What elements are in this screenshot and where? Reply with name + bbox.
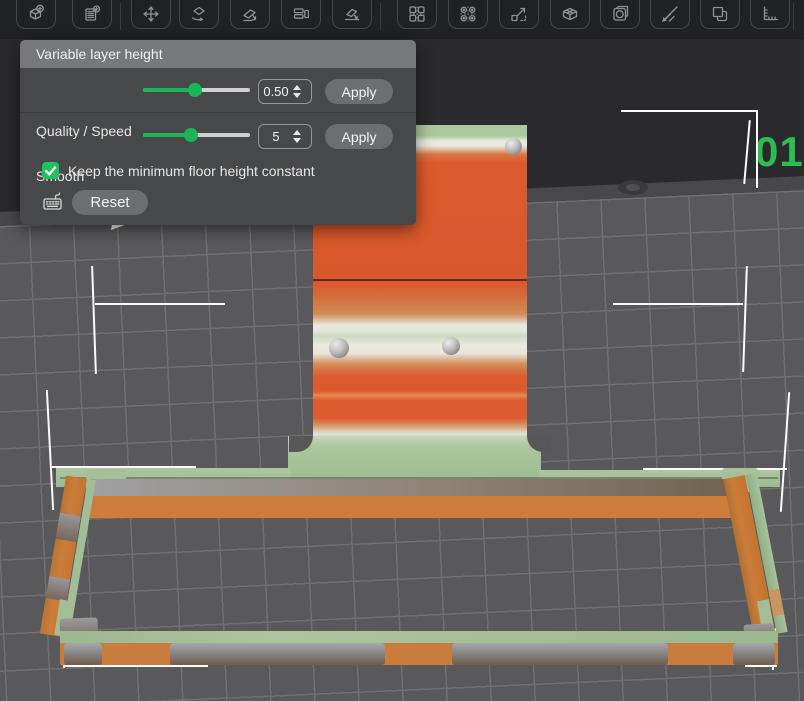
auto-arrange-button[interactable] — [448, 0, 488, 29]
keep-floor-height-label: Keep the minimum floor height constant — [68, 163, 315, 179]
lay-on-face-button[interactable] — [332, 0, 372, 29]
boundary-mark — [745, 665, 777, 667]
reset-button[interactable]: Reset — [72, 190, 148, 215]
handle-sphere[interactable] — [329, 338, 349, 358]
frame-left-rail-notch — [56, 513, 81, 542]
frame-bottom-rail-segment — [170, 643, 385, 665]
boundary-mark — [613, 303, 743, 305]
boundary-mark — [621, 110, 757, 112]
frame-bottom-rail-segment — [64, 643, 102, 665]
smooth-spinbox — [258, 124, 312, 149]
keyboard-shortcut-icon — [42, 190, 64, 215]
boundary-mark — [743, 120, 751, 184]
move-button[interactable] — [131, 0, 171, 29]
clone-button[interactable] — [700, 0, 740, 29]
smooth-input[interactable] — [259, 128, 293, 145]
split-to-parts-button[interactable] — [600, 0, 640, 29]
scale-button[interactable] — [230, 0, 270, 29]
boundary-mark — [95, 303, 225, 305]
boundary-mark — [63, 665, 208, 667]
frame-left-rail-notch — [46, 576, 70, 601]
frame-bottom-rail-segment — [452, 643, 668, 665]
scale-to-fit-button[interactable] — [499, 0, 539, 29]
application-window: 01 — [0, 0, 804, 701]
handle-sphere[interactable] — [505, 138, 522, 155]
rotate-button[interactable] — [179, 0, 219, 29]
handle-sphere[interactable] — [442, 337, 460, 355]
plate-handle-icon[interactable] — [618, 180, 648, 195]
spin-up-icon[interactable] — [293, 130, 301, 135]
smooth-slider[interactable] — [143, 133, 250, 137]
quality-speed-label: Quality / Speed — [36, 123, 132, 139]
checkmark-icon — [42, 162, 59, 179]
frame-top-rail-surface[interactable] — [90, 479, 742, 496]
main-toolbar — [0, 0, 804, 39]
add-plate-button[interactable] — [72, 0, 112, 29]
smooth-apply-button[interactable]: Apply — [325, 124, 393, 149]
boundary-mark — [756, 110, 758, 188]
frame-top-rail-face[interactable] — [90, 496, 742, 518]
spin-down-icon[interactable] — [293, 93, 301, 98]
toolbar-separator — [793, 3, 794, 30]
keep-floor-height-checkbox[interactable] — [42, 162, 59, 179]
arrange-button[interactable] — [397, 0, 437, 29]
quality-speed-apply-button[interactable]: Apply — [325, 79, 393, 104]
smooth-slider-thumb[interactable] — [184, 128, 198, 142]
frame-bottom-rail-segment — [733, 643, 775, 665]
assembly-view-button[interactable] — [550, 0, 590, 29]
quality-speed-slider-thumb[interactable] — [188, 83, 202, 97]
add-model-button[interactable] — [16, 0, 56, 29]
spin-down-icon[interactable] — [293, 138, 301, 143]
quality-speed-slider[interactable] — [143, 88, 250, 92]
variable-layer-height-panel: Variable layer height Quality / Speed Ap… — [20, 40, 416, 225]
model-part-seam — [313, 279, 527, 281]
spin-up-icon[interactable] — [293, 85, 301, 90]
measure-button[interactable] — [750, 0, 790, 29]
toolbar-separator — [120, 3, 121, 30]
plate-number-label: 01 — [755, 128, 804, 176]
quality-speed-input[interactable] — [259, 83, 293, 100]
panel-title: Variable layer height — [20, 40, 416, 68]
variable-layer-height-button[interactable] — [650, 0, 690, 29]
quality-speed-spinbox — [258, 79, 312, 104]
split-to-objects-button[interactable] — [281, 0, 321, 29]
frame-bottom-rail[interactable] — [60, 643, 778, 665]
toolbar-separator — [380, 3, 381, 30]
panel-divider — [20, 112, 416, 113]
